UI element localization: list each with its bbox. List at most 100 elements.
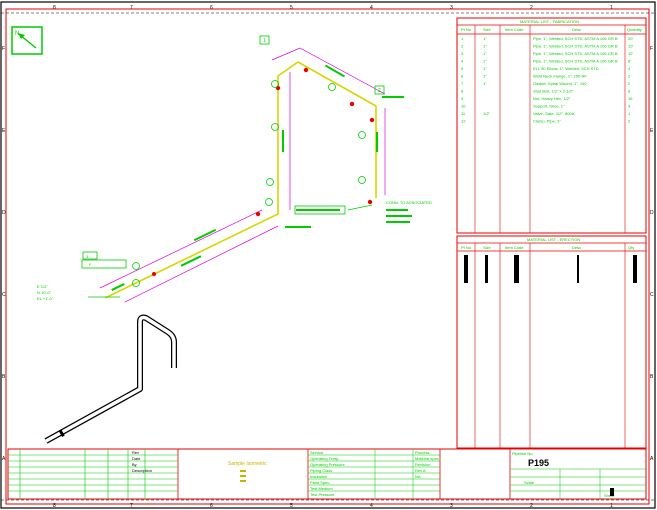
bom-cell: 8 [628,89,631,94]
bom-fabrication-title: MATERIAL LIST - FABRICATION [520,19,579,24]
start-elevation: E 1/2" [37,284,48,289]
leader-line [347,204,373,211]
bom-cell: 10' [628,44,633,49]
dimension-line [99,209,263,289]
bom-cell: Pipe, 1", Welded, SCH STD, ASTM A 106 GR… [533,59,618,64]
bom-cell: Clamp, Pipe, 1" [533,119,561,124]
column-marker: 2 [530,5,533,11]
bom-header: Desc [572,245,581,250]
process-value: Process [415,450,429,455]
process-value: Material spec [415,456,439,461]
bom-cell: 2 [461,44,464,49]
bom-cell: Stud Bolt, 1/2" x 2-1/2" [533,89,574,94]
bom-cell: 8' [628,59,631,64]
rev-header: By [132,462,137,467]
row-marker: D [650,210,654,216]
isometric-pipe-route: 1 2 3 F CONN. TO ASSOCIATED E 1/2" N 10'… [37,35,432,303]
process-label: Insulation [310,474,327,479]
title-block: Rev Date By Description Sample Isometric [7,448,647,500]
revision-grid [8,449,178,499]
bom-cell: 4 [628,66,631,71]
bom-cell: Gasket, Spiral Wound, 1", 150 [533,81,587,86]
row-marker: D [2,210,6,216]
row-marker: E [2,128,6,134]
weld-dot [367,199,373,205]
bom-header: Item Code [505,27,524,32]
pipe-3d-preview [44,314,177,444]
bom-cell: 1 [461,36,464,41]
column-marker: 8 [53,5,56,11]
tag-flag-1: 1 [259,35,270,45]
column-marker: 7 [130,503,133,509]
process-label: Operating Temp. [310,456,340,461]
row-marker: F [2,46,5,52]
row-marker: E [650,128,654,134]
pipeline-number: P195 [528,458,549,468]
column-marker: 7 [130,5,133,11]
bom-cell: ELL 90 Elbow, 1", Welded, SCH STD [533,66,599,71]
north-marker-label: N [15,31,19,37]
bom-header: Qty [628,245,634,250]
column-marker: 4 [370,5,373,11]
north-arrow-icon: N [11,26,43,55]
pipe-centerline [104,61,377,299]
process-label: Operating Pressure [310,462,345,467]
process-value: Revision [415,462,430,467]
connection-note: CONN. TO ASSOCIATED [386,200,432,205]
sheet-number-mark [610,488,614,496]
bom-cell: 4 [461,59,464,64]
row-marker: B [2,374,6,380]
drawing-title: Sample Isometric [228,461,267,467]
scale-label: Scale [524,480,535,485]
bom-cell: 1/2" [483,111,491,116]
row-markers-left: F E D C B A [2,46,6,462]
process-value: NA [415,474,421,479]
rev-header: Description [132,468,152,473]
process-label: Piping Class [310,468,332,473]
column-marker: 1 [610,503,613,509]
bom-header: Quantity [627,27,642,32]
column-marker: 8 [53,503,56,509]
bom-fabrication-table: MATERIAL LIST - FABRICATION Pt No Size I… [456,17,647,234]
connection-note-details [386,209,412,223]
bom-cell: Pipe, 1", Welded, SCH STD, ASTM A 106 GR… [533,51,618,56]
bom-cell: 1" [483,36,487,41]
column-marker: 3 [450,503,453,509]
svg-text:2: 2 [378,88,381,94]
row-markers-right: F E D C B A [650,46,654,462]
row-marker: F [650,46,653,52]
bom-cell: Pipe, 1", Welded, SCH STD, ASTM A 106 GR… [533,36,618,41]
row-marker: C [2,292,6,298]
weld-dot [369,117,375,123]
bom-cell: 1 [628,111,631,116]
bom-header: Pt No [461,245,472,250]
bom-cell: Support, Shoe, 1" [533,104,565,109]
bom-erection-title: MATERIAL LIST - ERECTION [527,237,580,242]
bom-cell: 8 [461,89,464,94]
isometric-drawing-sheet: 8 7 6 5 4 3 2 1 8 7 6 5 4 3 2 1 F E D C … [0,1,656,509]
process-value: Rev A [415,468,426,473]
column-markers-top: 8 7 6 5 4 3 2 1 [53,5,613,11]
bom-cell: 5 [461,66,464,71]
row-marker: A [650,456,654,462]
bom-cell: 11 [461,111,466,116]
bom-cell: Valve, Gate, 1/2", 800# [533,111,575,116]
column-marker: 5 [290,5,293,11]
pipeline-label: Pipeline No. [512,451,534,456]
bom-cell: 10 [461,104,466,109]
weld-points [152,67,375,276]
rev-header: Date [132,456,141,461]
start-el: EL +1'-0" [37,296,54,301]
column-marker: 6 [210,503,213,509]
process-data: Service Operating Temp. Operating Pressu… [308,449,440,499]
bom-cell: 12 [461,119,466,124]
svg-text:3: 3 [86,254,89,259]
process-label: Test Medium [310,486,333,491]
bom-cell: 1" [483,51,487,56]
tag-flag-3: 3 [82,251,98,260]
process-label: Service [310,450,324,455]
bom-cell: 7 [461,81,464,86]
dimension-texts [111,64,404,291]
weld-dot [152,272,156,276]
row-marker: A [2,456,6,462]
